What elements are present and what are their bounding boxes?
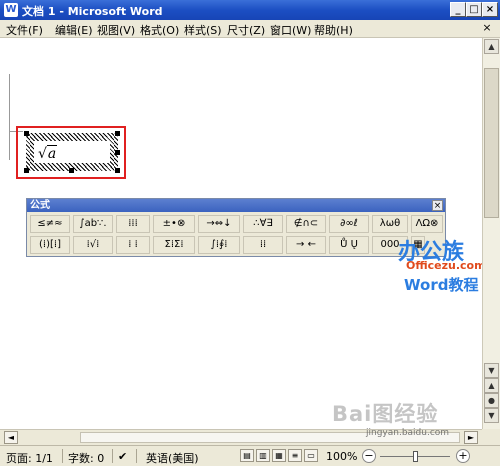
equation-content[interactable]: √a	[34, 141, 110, 163]
equation-object[interactable]: √a	[26, 133, 118, 171]
web-layout-view-icon[interactable]: ▦	[272, 449, 286, 462]
subscript-templates-button[interactable]: ⁞ ⁞	[116, 236, 150, 254]
integral-templates-button[interactable]: ∫⁞∮⁞	[198, 236, 240, 254]
scroll-right-icon[interactable]: ►	[464, 431, 478, 444]
status-divider	[136, 449, 137, 463]
menu-file[interactable]: 文件(F)	[6, 22, 43, 38]
resize-handle-tl[interactable]	[24, 131, 29, 136]
status-divider	[62, 449, 63, 463]
scroll-down-icon[interactable]: ▼	[484, 363, 499, 378]
radicand: a	[46, 145, 58, 162]
status-words[interactable]: 字数: 0	[68, 450, 104, 466]
next-page-icon[interactable]: ▼	[484, 408, 499, 423]
vertical-scrollbar[interactable]: ▲ ▼ ▲ ● ▼	[482, 38, 500, 429]
equation-toolbar-title[interactable]: 公式	[27, 199, 445, 212]
menu-size[interactable]: 尺寸(Z)	[227, 22, 265, 38]
status-page[interactable]: 页面: 1/1	[6, 450, 53, 466]
proofing-icon[interactable]: ✔	[118, 450, 127, 463]
word-app-icon[interactable]: W	[4, 3, 18, 17]
logical-symbols-button[interactable]: ∴∀∃	[243, 215, 283, 233]
draft-view-icon[interactable]: ▭	[304, 449, 318, 462]
menu-help[interactable]: 帮助(H)	[314, 22, 353, 38]
scroll-left-icon[interactable]: ◄	[4, 431, 18, 444]
vertical-scroll-thumb[interactable]	[484, 68, 499, 218]
close-button[interactable]: ×	[482, 2, 498, 17]
equation-toolbar: 公式 × ≤≠≈ ∫ab∵. ⁞⁞⁞ ±•⊗ →⇔↓ ∴∀∃ ∉∩⊂ ∂∞ℓ λ…	[26, 198, 446, 257]
maximize-button[interactable]: □	[466, 2, 482, 17]
resize-handle-b[interactable]	[69, 168, 74, 173]
summation-templates-button[interactable]: Σ⁞Σ⁞	[153, 236, 195, 254]
previous-page-icon[interactable]: ▲	[484, 378, 499, 393]
radical-sign: √	[38, 146, 47, 162]
set-theory-button[interactable]: ∉∩⊂	[286, 215, 326, 233]
labeled-arrow-button[interactable]: → ←	[286, 236, 326, 254]
status-bar: 页面: 1/1 字数: 0 ✔ 英语(美国) ▤ ▥ ▦ ≡ ▭ 100% − …	[0, 445, 500, 466]
select-browse-object-icon[interactable]: ●	[484, 393, 499, 408]
watermark-baidu: Bai图经验	[332, 402, 439, 426]
zoom-out-icon[interactable]: −	[362, 449, 376, 463]
watermark-site: Officezu.com	[406, 259, 486, 272]
status-divider	[112, 449, 113, 463]
resize-handle-bl[interactable]	[24, 168, 29, 173]
watermark-url: jingyan.baidu.com	[366, 428, 450, 438]
margin-guide-vertical	[9, 74, 10, 160]
resize-handle-tr[interactable]	[115, 131, 120, 136]
minimize-button[interactable]: _	[450, 2, 466, 17]
document-close-icon[interactable]: ×	[480, 21, 494, 35]
zoom-level[interactable]: 100%	[326, 450, 357, 463]
title-bar: W 文档 1 - Microsoft Word _ □ ×	[0, 0, 500, 20]
menu-view[interactable]: 视图(V)	[97, 22, 135, 38]
product-templates-button[interactable]: Ů Ų	[329, 236, 369, 254]
resize-handle-br[interactable]	[115, 168, 120, 173]
menu-format[interactable]: 格式(O)	[140, 22, 179, 38]
menu-bar: 文件(F) 编辑(E) 视图(V) 格式(O) 样式(S) 尺寸(Z) 窗口(W…	[0, 20, 500, 38]
equation-toolbar-close-icon[interactable]: ×	[432, 200, 443, 211]
menu-style[interactable]: 样式(S)	[184, 22, 222, 38]
greek-uppercase-button[interactable]: ΛΩ⊗	[411, 215, 443, 233]
embellishments-button[interactable]: ⁞⁞⁞	[116, 215, 150, 233]
misc-symbols-button[interactable]: ∂∞ℓ	[329, 215, 369, 233]
zoom-in-icon[interactable]: +	[456, 449, 470, 463]
fraction-radical-button[interactable]: ⁞√⁞	[73, 236, 113, 254]
window-title: 文档 1 - Microsoft Word	[22, 5, 163, 18]
greek-lowercase-button[interactable]: λωθ	[372, 215, 408, 233]
menu-window[interactable]: 窗口(W)	[270, 22, 311, 38]
resize-handle-r[interactable]	[115, 150, 120, 155]
relational-symbols-button[interactable]: ≤≠≈	[30, 215, 70, 233]
reading-view-icon[interactable]: ▥	[256, 449, 270, 462]
scroll-up-icon[interactable]: ▲	[484, 39, 499, 54]
print-layout-view-icon[interactable]: ▤	[240, 449, 254, 462]
fence-templates-button[interactable]: (⁞)[⁞]	[30, 236, 70, 254]
outline-view-icon[interactable]: ≡	[288, 449, 302, 462]
spaces-ellipses-button[interactable]: ∫ab∵.	[73, 215, 113, 233]
arrow-symbols-button[interactable]: →⇔↓	[198, 215, 240, 233]
status-language[interactable]: 英语(美国)	[146, 450, 199, 466]
menu-edit[interactable]: 编辑(E)	[55, 22, 93, 38]
zoom-slider-knob[interactable]	[413, 451, 418, 462]
watermark-tag: Word教程	[404, 276, 479, 294]
bar-templates-button[interactable]: ⁞⁞	[243, 236, 283, 254]
operator-symbols-button[interactable]: ±•⊗	[153, 215, 195, 233]
square-root-expression: √a	[38, 145, 58, 162]
